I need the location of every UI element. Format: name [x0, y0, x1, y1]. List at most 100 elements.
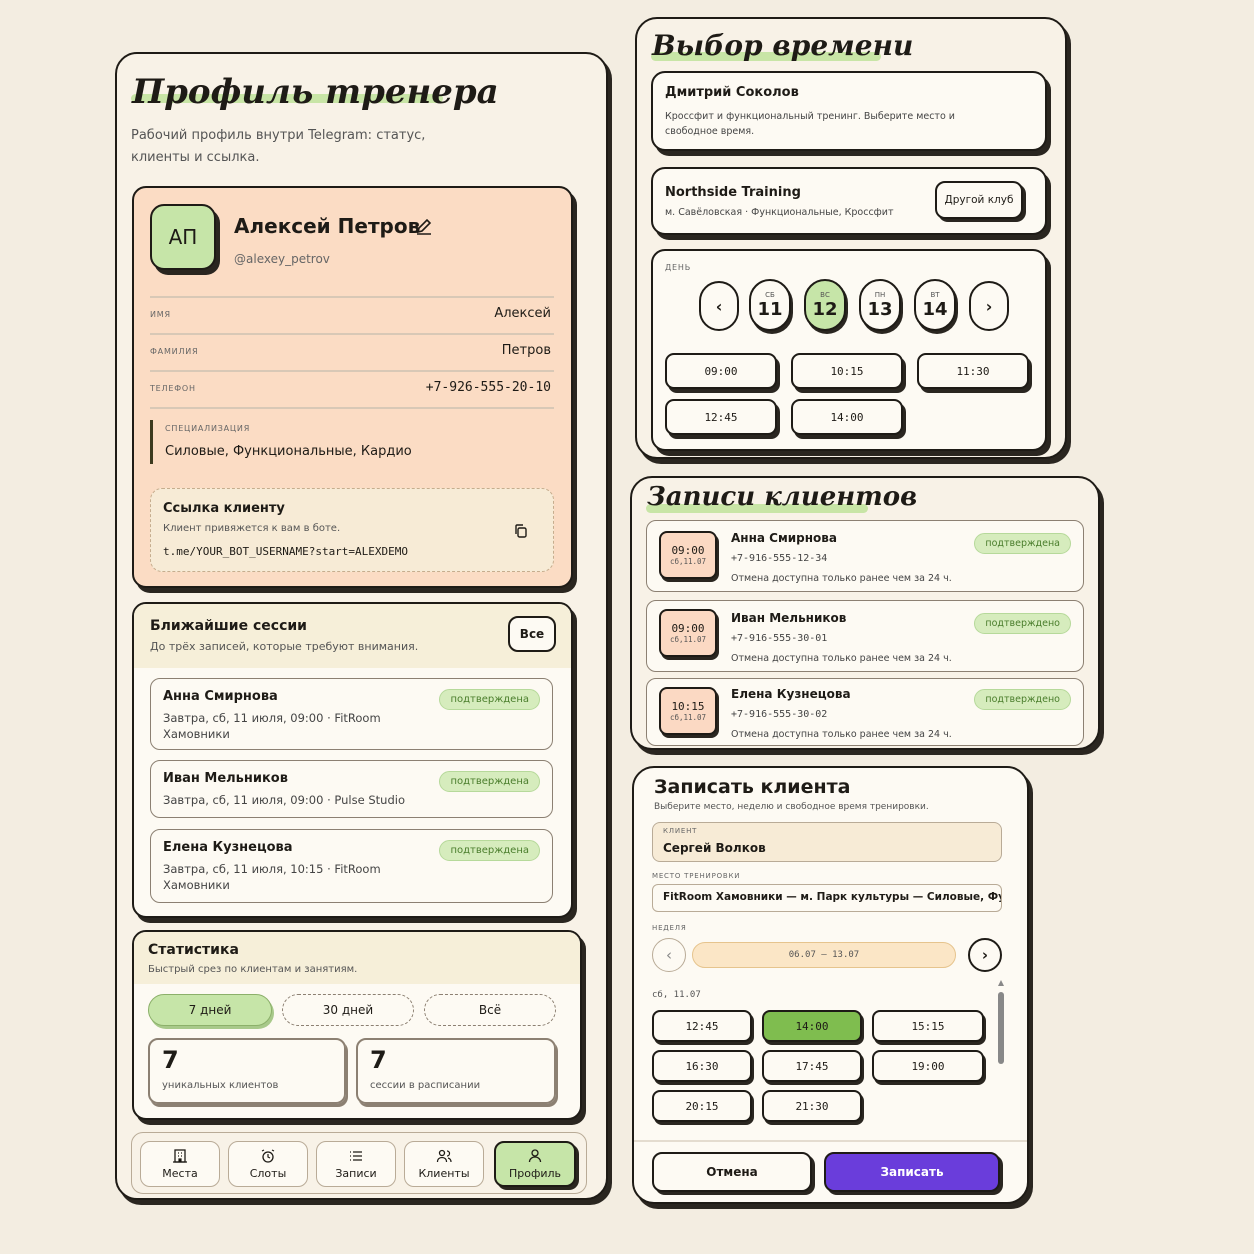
time-slot[interactable]: 12:45 — [665, 399, 777, 435]
nav-label: Профиль — [508, 1167, 562, 1180]
time-slot[interactable]: 09:00 — [665, 353, 777, 389]
status-badge: подтверждено — [974, 613, 1071, 634]
time-choice-title: Выбор времени — [652, 29, 914, 62]
other-club-button[interactable]: Другой клуб — [935, 181, 1023, 219]
session-details: Завтра, сб, 11 июля, 10:15 · FitRoom — [163, 862, 381, 876]
copy-icon[interactable] — [513, 523, 529, 539]
period-7-days[interactable]: 7 дней — [148, 994, 272, 1026]
week-range: 06.07 – 13.07 — [692, 942, 956, 968]
nav-label: Клиенты — [418, 1167, 470, 1180]
day-of-week: СБ — [765, 290, 775, 299]
booking-phone: +7-916-555-12-34 — [731, 553, 828, 564]
session-details: Завтра, сб, 11 июля, 09:00 · FitRoom — [163, 711, 381, 725]
edit-pencil-icon[interactable] — [414, 216, 434, 236]
unique-clients-stat: 7 уникальных клиентов — [148, 1038, 346, 1104]
field-label: ФАМИЛИЯ — [150, 347, 199, 356]
avatar: АП — [150, 204, 216, 270]
booking-slot[interactable]: 16:30 — [652, 1050, 752, 1082]
day-number: 13 — [867, 298, 893, 320]
book-client-title: Записать клиента — [654, 776, 851, 798]
session-item[interactable]: Анна Смирнова Завтра, сб, 11 июля, 09:00… — [150, 678, 553, 750]
chevron-right-icon: › — [981, 946, 989, 964]
booking-slot[interactable]: 15:15 — [872, 1010, 984, 1042]
specialization-value: Силовые, Функциональные, Кардио — [165, 444, 412, 459]
chevron-right-icon: › — [985, 296, 993, 316]
session-item[interactable]: Елена Кузнецова Завтра, сб, 11 июля, 10:… — [150, 829, 553, 903]
client-link-url[interactable]: t.me/YOUR_BOT_USERNAME?start=ALEXDEMO — [163, 545, 408, 558]
booking-slot[interactable]: 19:00 — [872, 1050, 984, 1082]
time-choice-panel: Выбор времени Дмитрий Соколов Кроссфит и… — [635, 17, 1067, 459]
booking-client-name: Елена Кузнецова — [731, 687, 851, 701]
slot-date-label: сб, 11.07 — [652, 990, 701, 1000]
client-link-box: Ссылка клиенту Клиент привяжется к вам в… — [150, 488, 554, 572]
day-12-selected[interactable]: ВС 12 — [804, 279, 846, 331]
nav-slots[interactable]: Слоты — [228, 1141, 308, 1187]
user-icon — [528, 1149, 542, 1163]
next-week-button[interactable]: › — [968, 938, 1002, 972]
booking-slot-selected[interactable]: 14:00 — [762, 1010, 862, 1042]
nav-places[interactable]: Места — [140, 1141, 220, 1187]
all-sessions-button[interactable]: Все — [508, 616, 556, 652]
page-subtitle-2: клиенты и ссылка. — [131, 150, 260, 165]
place-label: МЕСТО ТРЕНИРОВКИ — [652, 872, 741, 880]
day-of-week: ВС — [820, 290, 830, 299]
next-day-button[interactable]: › — [969, 281, 1009, 331]
place-select[interactable]: FitRoom Хамовники — м. Парк культуры — С… — [652, 884, 1002, 912]
upcoming-sessions-card: Ближайшие сессии До трёх записей, которы… — [132, 602, 573, 918]
book-client-subtitle: Выберите место, неделю и свободное время… — [654, 802, 929, 812]
booking-slot[interactable]: 17:45 — [762, 1050, 862, 1082]
time-slot[interactable]: 10:15 — [791, 353, 903, 389]
booking-note: Отмена доступна только ранее чем за 24 ч… — [731, 729, 952, 740]
booking-slot[interactable]: 21:30 — [762, 1090, 862, 1122]
day-number: 14 — [922, 298, 948, 320]
period-30-days[interactable]: 30 дней — [282, 994, 414, 1026]
day-number: 11 — [757, 298, 783, 320]
status-badge: подтверждено — [974, 689, 1071, 710]
submit-booking-button[interactable]: Записать — [824, 1152, 1000, 1192]
day-13[interactable]: ПН 13 — [859, 279, 901, 331]
scrollbar-thumb[interactable] — [998, 992, 1004, 1064]
day-of-week: ПН — [874, 290, 886, 299]
session-details: Завтра, сб, 11 июля, 09:00 · Pulse Studi… — [163, 793, 405, 807]
client-link-title: Ссылка клиенту — [163, 501, 285, 516]
prev-day-button[interactable]: ‹ — [699, 281, 739, 331]
session-item[interactable]: Иван Мельников Завтра, сб, 11 июля, 09:0… — [150, 760, 553, 818]
booking-date: сб,11.07 — [669, 557, 707, 566]
session-details-2: Хамовники — [163, 727, 230, 741]
time-slot[interactable]: 11:30 — [917, 353, 1029, 389]
session-details-2: Хамовники — [163, 878, 230, 892]
nav-bookings[interactable]: Записи — [316, 1141, 396, 1187]
booking-slot[interactable]: 12:45 — [652, 1010, 752, 1042]
prev-week-button[interactable]: ‹ — [652, 938, 686, 972]
day-14[interactable]: ВТ 14 — [914, 279, 956, 331]
status-badge: подтверждена — [439, 771, 540, 792]
field-label: ИМЯ — [150, 310, 171, 319]
booking-client-name: Анна Смирнова — [731, 531, 837, 545]
booking-item[interactable]: 09:00 сб,11.07 Анна Смирнова +7-916-555-1… — [646, 520, 1084, 592]
nav-clients[interactable]: Клиенты — [404, 1141, 484, 1187]
field-label: ТЕЛЕФОН — [150, 384, 196, 393]
last-name-value: Петров — [501, 343, 551, 358]
cancel-button[interactable]: Отмена — [652, 1152, 812, 1192]
period-all[interactable]: Всё — [424, 994, 556, 1026]
scrollbar[interactable] — [998, 980, 1004, 1136]
list-icon — [350, 1151, 362, 1161]
chevron-left-icon: ‹ — [715, 296, 723, 316]
session-client-name: Иван Мельников — [163, 771, 288, 786]
booking-item[interactable]: 10:15 сб,11.07 Елена Кузнецова +7-916-555… — [646, 678, 1084, 746]
nav-profile[interactable]: Профиль — [494, 1141, 576, 1187]
session-client-name: Елена Кузнецова — [163, 840, 293, 855]
profile-name: Алексей Петров — [234, 214, 421, 238]
nav-label: Записи — [335, 1167, 377, 1180]
client-field[interactable]: КЛИЕНТ Сергей Волков — [652, 822, 1002, 862]
booking-item[interactable]: 09:00 сб,11.07 Иван Мельников +7-916-555-… — [646, 600, 1084, 672]
time-slot[interactable]: 14:00 — [791, 399, 903, 435]
scheduled-sessions-value: 7 — [370, 1046, 387, 1074]
first-name-value: Алексей — [494, 306, 551, 321]
day-picker-card: ДЕНЬ ‹ СБ 11 ВС 12 ПН 13 ВТ 14 › 09:00 10:15… — [651, 249, 1047, 451]
specialization-label: СПЕЦИАЛИЗАЦИЯ — [165, 424, 251, 433]
status-badge: подтверждена — [974, 533, 1071, 554]
booking-slot[interactable]: 20:15 — [652, 1090, 752, 1122]
day-11[interactable]: СБ 11 — [749, 279, 791, 331]
nav-label: Места — [162, 1167, 198, 1180]
